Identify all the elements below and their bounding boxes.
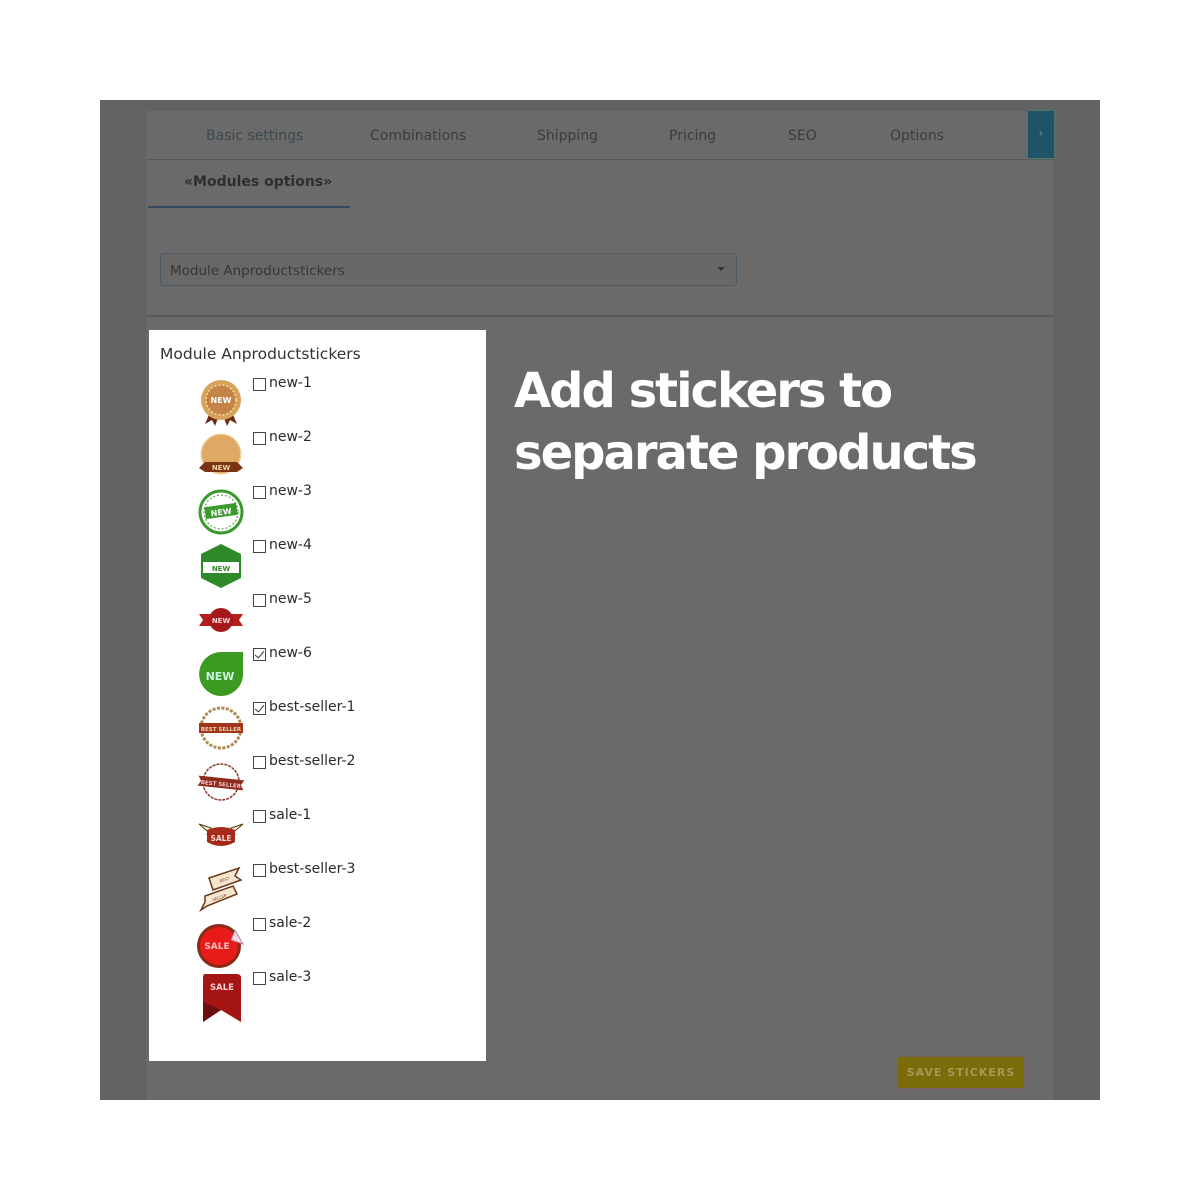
tabs-next-button[interactable]: › bbox=[1028, 111, 1054, 158]
sale-peel-sticker-icon: SALE bbox=[197, 924, 244, 968]
green-seal-new-icon: NEW bbox=[198, 489, 244, 535]
sticker-label: new-4 bbox=[269, 537, 312, 553]
sticker-checkbox[interactable] bbox=[253, 918, 266, 931]
section-divider bbox=[146, 315, 1054, 317]
tab-modules-options-label: «Modules options» bbox=[184, 174, 333, 190]
sticker-label: new-1 bbox=[269, 375, 312, 391]
chevron-right-icon: › bbox=[1038, 126, 1044, 140]
sticker-label: sale-1 bbox=[269, 807, 312, 823]
sticker-checkbox[interactable] bbox=[253, 810, 266, 823]
tab-seo[interactable]: SEO bbox=[788, 128, 817, 144]
sticker-row: BEST SELLER best-seller-2 bbox=[195, 753, 475, 810]
sticker-label: new-5 bbox=[269, 591, 312, 607]
svg-text:NEW: NEW bbox=[212, 617, 231, 625]
tab-combinations[interactable]: Combinations bbox=[370, 128, 466, 144]
svg-text:NEW: NEW bbox=[212, 565, 231, 573]
sticker-row: NEW new-3 bbox=[195, 483, 475, 540]
sticker-row: BEST SELLER best-seller-1 bbox=[195, 699, 475, 756]
save-stickers-button[interactable]: SAVE STICKERS bbox=[898, 1057, 1024, 1088]
caret-down-icon bbox=[717, 267, 725, 271]
best-seller-seal-icon: BEST SELLER bbox=[199, 706, 243, 750]
tab-options[interactable]: Options bbox=[890, 128, 944, 144]
best-seller-ribbon-icon: BEST SELLER bbox=[197, 763, 245, 801]
sticker-checkbox[interactable] bbox=[253, 378, 266, 391]
promo-headline: Add stickers to separate products bbox=[514, 360, 978, 484]
sticker-row: NEW new-5 bbox=[195, 591, 475, 648]
module-select-value: Module Anproductstickers bbox=[170, 263, 345, 279]
sticker-row: SALE sale-1 bbox=[195, 807, 475, 864]
sticker-row: SALE sale-3 bbox=[195, 969, 475, 1026]
module-select[interactable]: Module Anproductstickers bbox=[160, 253, 737, 286]
sticker-row: NEW new-6 bbox=[195, 645, 475, 702]
stickers-card: Module Anproductstickers NEW new-1 NEW n… bbox=[149, 330, 486, 1061]
sticker-checkbox[interactable] bbox=[253, 702, 266, 715]
sticker-checkbox[interactable] bbox=[253, 486, 266, 499]
sticker-checkbox[interactable] bbox=[253, 540, 266, 553]
sticker-checkbox[interactable] bbox=[253, 972, 266, 985]
tab-basic-settings[interactable]: Basic settings bbox=[206, 128, 303, 144]
sale-bookmark-icon: SALE bbox=[203, 974, 241, 1022]
svg-text:NEW: NEW bbox=[206, 670, 235, 683]
sticker-row: NEW new-1 bbox=[195, 375, 475, 432]
sticker-label: best-seller-2 bbox=[269, 753, 356, 769]
sticker-label: new-3 bbox=[269, 483, 312, 499]
sticker-label: sale-2 bbox=[269, 915, 312, 931]
svg-text:SALE: SALE bbox=[210, 983, 234, 993]
gold-rosette-new-icon: NEW bbox=[201, 380, 241, 426]
svg-text:SALE: SALE bbox=[210, 834, 231, 843]
green-leaf-new-icon: NEW bbox=[199, 652, 243, 696]
sticker-checkbox[interactable] bbox=[253, 756, 266, 769]
sticker-label: best-seller-1 bbox=[269, 699, 356, 715]
svg-text:SALE: SALE bbox=[204, 942, 229, 952]
sticker-row: NEW new-4 bbox=[195, 537, 475, 594]
sale-banner-icon: SALE bbox=[198, 823, 244, 846]
promo-headline-line1: Add stickers to bbox=[514, 363, 893, 419]
sticker-checkbox[interactable] bbox=[253, 648, 266, 661]
promo-headline-line2: separate products bbox=[514, 425, 978, 481]
sticker-label: new-6 bbox=[269, 645, 312, 661]
gold-badge-ribbon-new-icon: NEW bbox=[199, 433, 243, 475]
svg-text:BEST SELLER: BEST SELLER bbox=[201, 727, 242, 733]
best-seller-scroll-icon: BEST SELLER bbox=[199, 866, 243, 913]
tab-shipping[interactable]: Shipping bbox=[537, 128, 598, 144]
sticker-row: NEW new-2 bbox=[195, 429, 475, 486]
sticker-checkbox[interactable] bbox=[253, 432, 266, 445]
sticker-row: BEST SELLER best-seller-3 bbox=[195, 861, 475, 918]
sticker-checkbox[interactable] bbox=[253, 864, 266, 877]
green-hexagon-new-icon: NEW bbox=[201, 544, 241, 588]
product-tabs: Basic settings Combinations Shipping Pri… bbox=[146, 111, 1054, 160]
sticker-row: SALE sale-2 bbox=[195, 915, 475, 972]
svg-text:NEW: NEW bbox=[211, 396, 232, 405]
sticker-label: sale-3 bbox=[269, 969, 312, 985]
sticker-checkbox[interactable] bbox=[253, 594, 266, 607]
tab-pricing[interactable]: Pricing bbox=[669, 128, 716, 144]
tab-modules-options[interactable]: «Modules options» bbox=[148, 160, 350, 208]
sticker-label: new-2 bbox=[269, 429, 312, 445]
red-ribbon-new-icon: NEW bbox=[199, 608, 243, 632]
sticker-label: best-seller-3 bbox=[269, 861, 356, 877]
card-title: Module Anproductstickers bbox=[160, 345, 361, 363]
svg-text:NEW: NEW bbox=[212, 464, 231, 472]
